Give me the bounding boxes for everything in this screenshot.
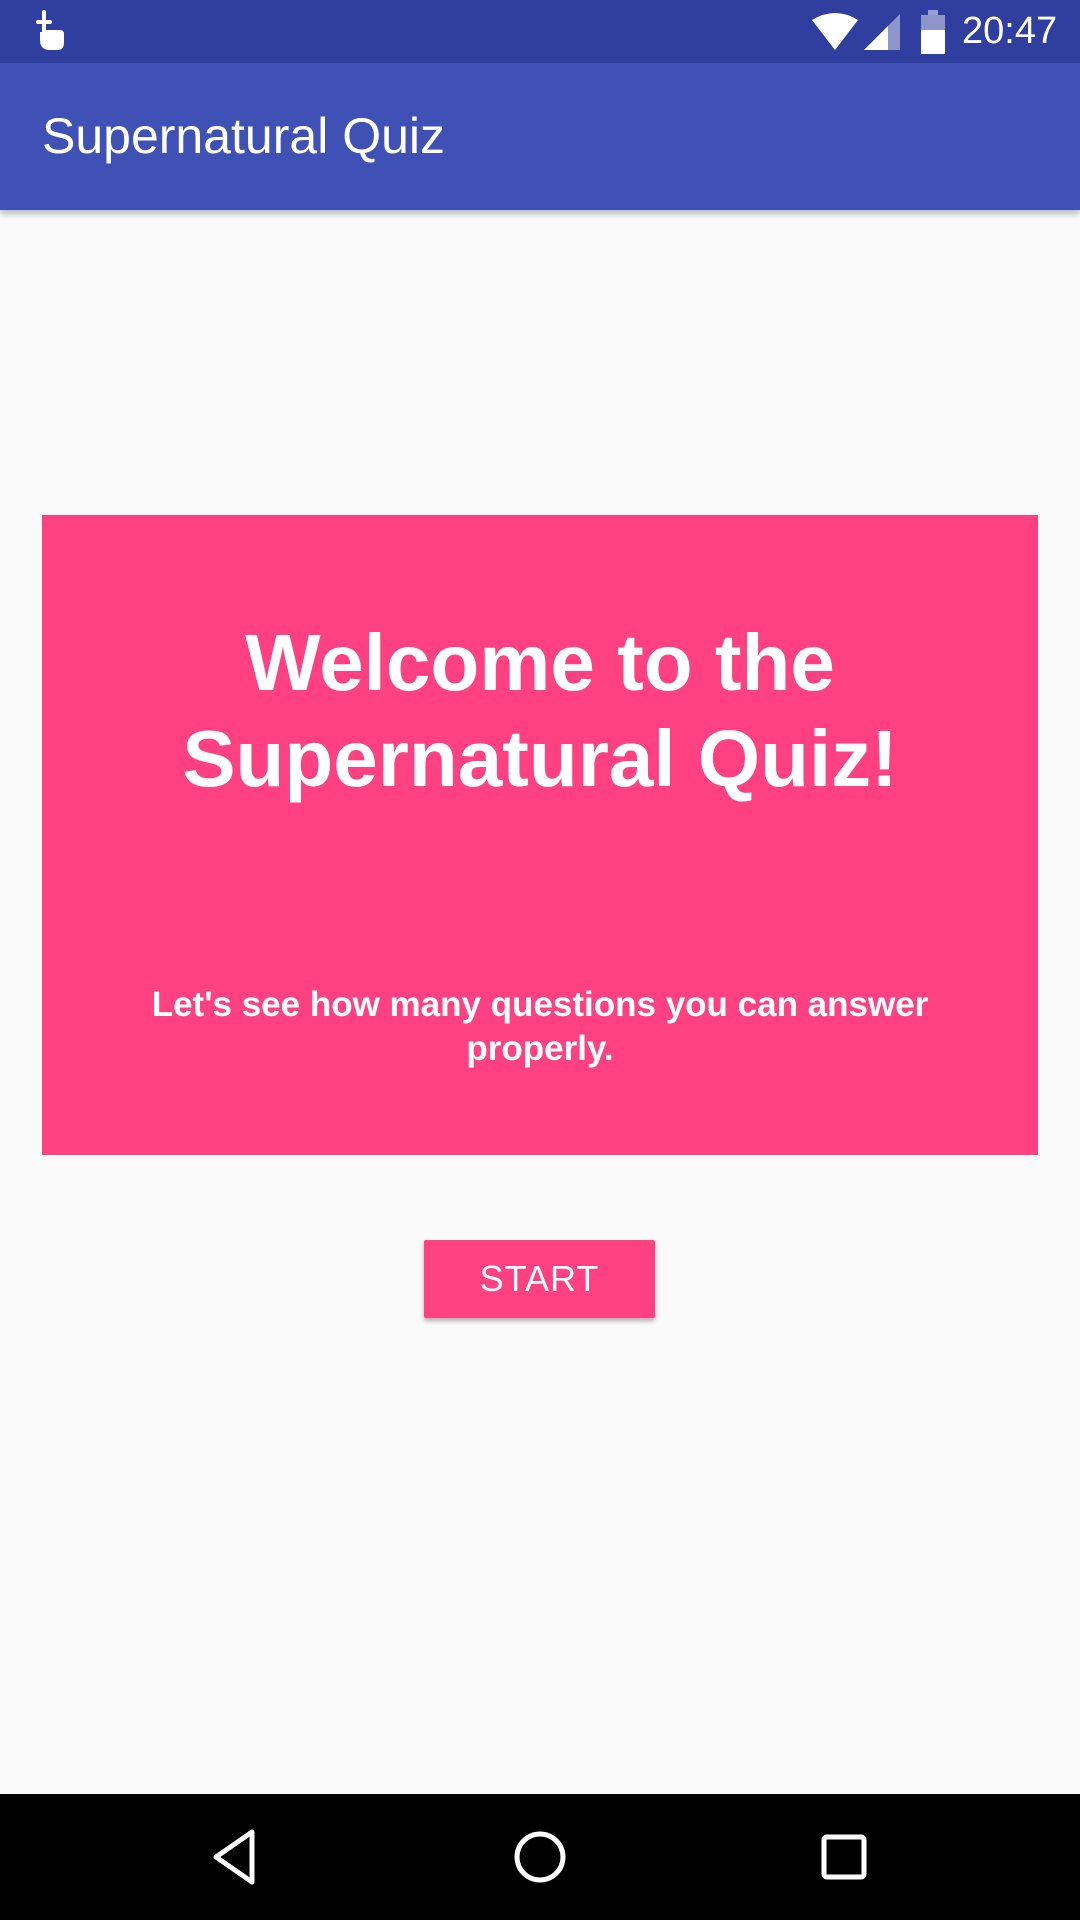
welcome-subtitle: Let's see how many questions you can ans… [151,985,929,1068]
app-title: Supernatural Quiz [42,108,446,164]
touch-notification-icon [36,10,64,50]
battery-icon [921,10,945,54]
start-button[interactable]: START [424,1240,655,1318]
status-time: 20:47 [962,10,1058,52]
back-icon[interactable] [200,1822,270,1892]
recents-icon[interactable] [809,1822,879,1892]
cell-signal-icon [864,14,900,50]
welcome-headline: Welcome to the Supernatural Quiz! [182,618,898,803]
home-icon[interactable] [505,1822,575,1892]
status-bar: 20:47 [0,0,1080,63]
app-bar: Supernatural Quiz [0,63,1080,210]
wifi-icon [812,13,858,50]
navigation-bar [0,1794,1080,1920]
welcome-card: Welcome to the Supernatural Quiz! Let's … [42,515,1038,1155]
